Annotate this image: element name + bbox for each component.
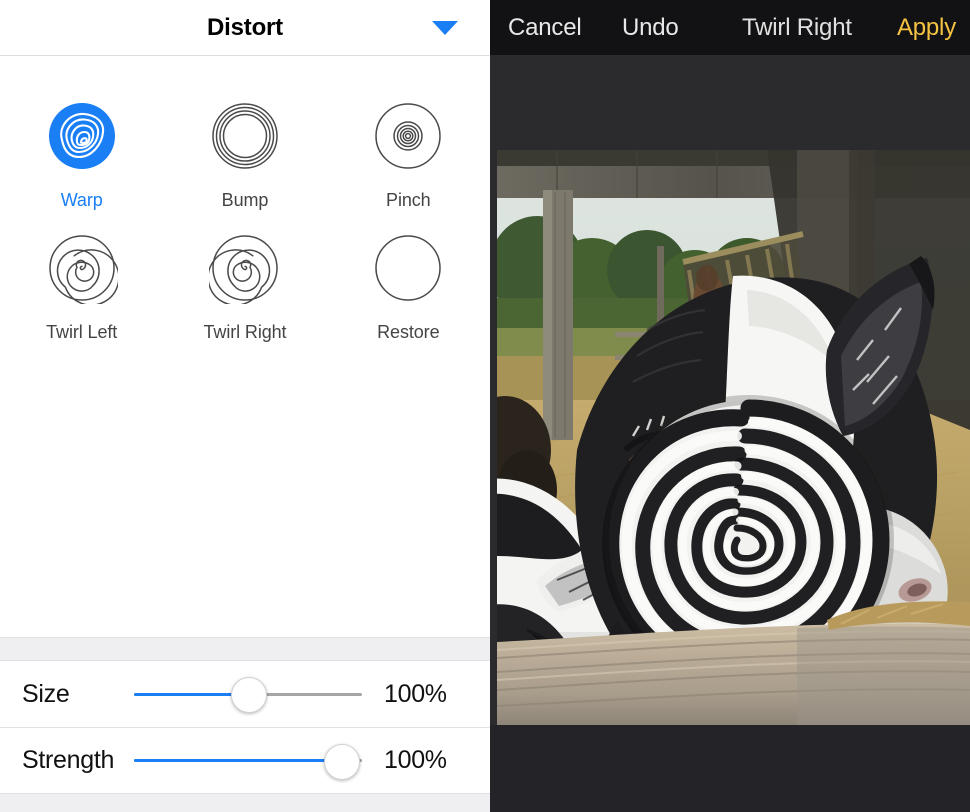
- slider-label-size: Size: [22, 679, 70, 708]
- distort-editor-screen: Distort Warp Bump Pinch Twirl Left Twirl…: [0, 0, 970, 812]
- tool-twirl-left[interactable]: Twirl Left: [0, 232, 163, 364]
- slider-thumb-size[interactable]: [231, 677, 267, 713]
- slider-section: Size 100% Strength 100%: [0, 661, 490, 793]
- active-mode-label: Twirl Right: [742, 13, 852, 41]
- edited-photo[interactable]: [497, 150, 970, 725]
- tool-twirl-right[interactable]: Twirl Right: [163, 232, 326, 364]
- tool-label-twirl-left: Twirl Left: [46, 322, 118, 342]
- slider-value-size: 100%: [384, 679, 447, 708]
- slider-fill-strength: [134, 759, 342, 762]
- apply-button[interactable]: Apply: [897, 14, 956, 42]
- tool-label-restore: Restore: [377, 322, 440, 342]
- panel-header: Distort: [0, 0, 490, 56]
- tool-row-1: Warp Bump Pinch: [0, 100, 490, 232]
- editor-toolbar: Cancel Undo Twirl Right Apply: [490, 0, 970, 55]
- tool-bump[interactable]: Bump: [163, 100, 326, 232]
- photo-footer: [490, 725, 970, 812]
- pinch-icon: [375, 103, 442, 169]
- tool-grid: Warp Bump Pinch Twirl Left Twirl Right R…: [0, 56, 490, 637]
- toolbar-gap: [490, 55, 970, 150]
- slider-track-size[interactable]: [134, 672, 362, 716]
- slider-track-strength[interactable]: [134, 739, 362, 783]
- cancel-button[interactable]: Cancel: [508, 14, 582, 42]
- tool-label-warp: Warp: [60, 190, 103, 210]
- bottom-strip: [0, 793, 490, 812]
- tool-label-bump: Bump: [221, 190, 269, 210]
- spiral-ccw-icon: [48, 235, 118, 304]
- slider-size[interactable]: Size 100%: [0, 661, 490, 727]
- tool-restore[interactable]: Restore: [327, 232, 490, 364]
- distort-tools-panel: Distort Warp Bump Pinch Twirl Left Twirl…: [0, 0, 490, 812]
- image-editor-panel: Cancel Undo Twirl Right Apply: [490, 0, 970, 812]
- tool-pinch[interactable]: Pinch: [327, 100, 490, 232]
- slider-value-strength: 100%: [384, 746, 447, 774]
- circle-icon: [375, 235, 442, 301]
- tool-row-2: Twirl Left Twirl Right Restore: [0, 232, 490, 364]
- slider-thumb-strength[interactable]: [324, 743, 361, 780]
- tool-warp[interactable]: Warp: [0, 100, 163, 232]
- photo-area: [490, 150, 970, 725]
- section-divider: [0, 637, 490, 661]
- tool-label-twirl-right: Twirl Right: [203, 322, 287, 342]
- undo-button[interactable]: Undo: [622, 14, 679, 42]
- bump-icon: [212, 103, 278, 169]
- spiral-cw-icon: [208, 235, 278, 304]
- slider-label-strength: Strength: [22, 746, 115, 774]
- tool-label-pinch: Pinch: [386, 190, 431, 210]
- slider-strength[interactable]: Strength 100%: [0, 727, 490, 793]
- goat-photo-illustration: [497, 150, 970, 725]
- page-title: Distort: [207, 13, 283, 41]
- warp-icon: [48, 103, 115, 169]
- chevron-down-icon[interactable]: [428, 11, 462, 45]
